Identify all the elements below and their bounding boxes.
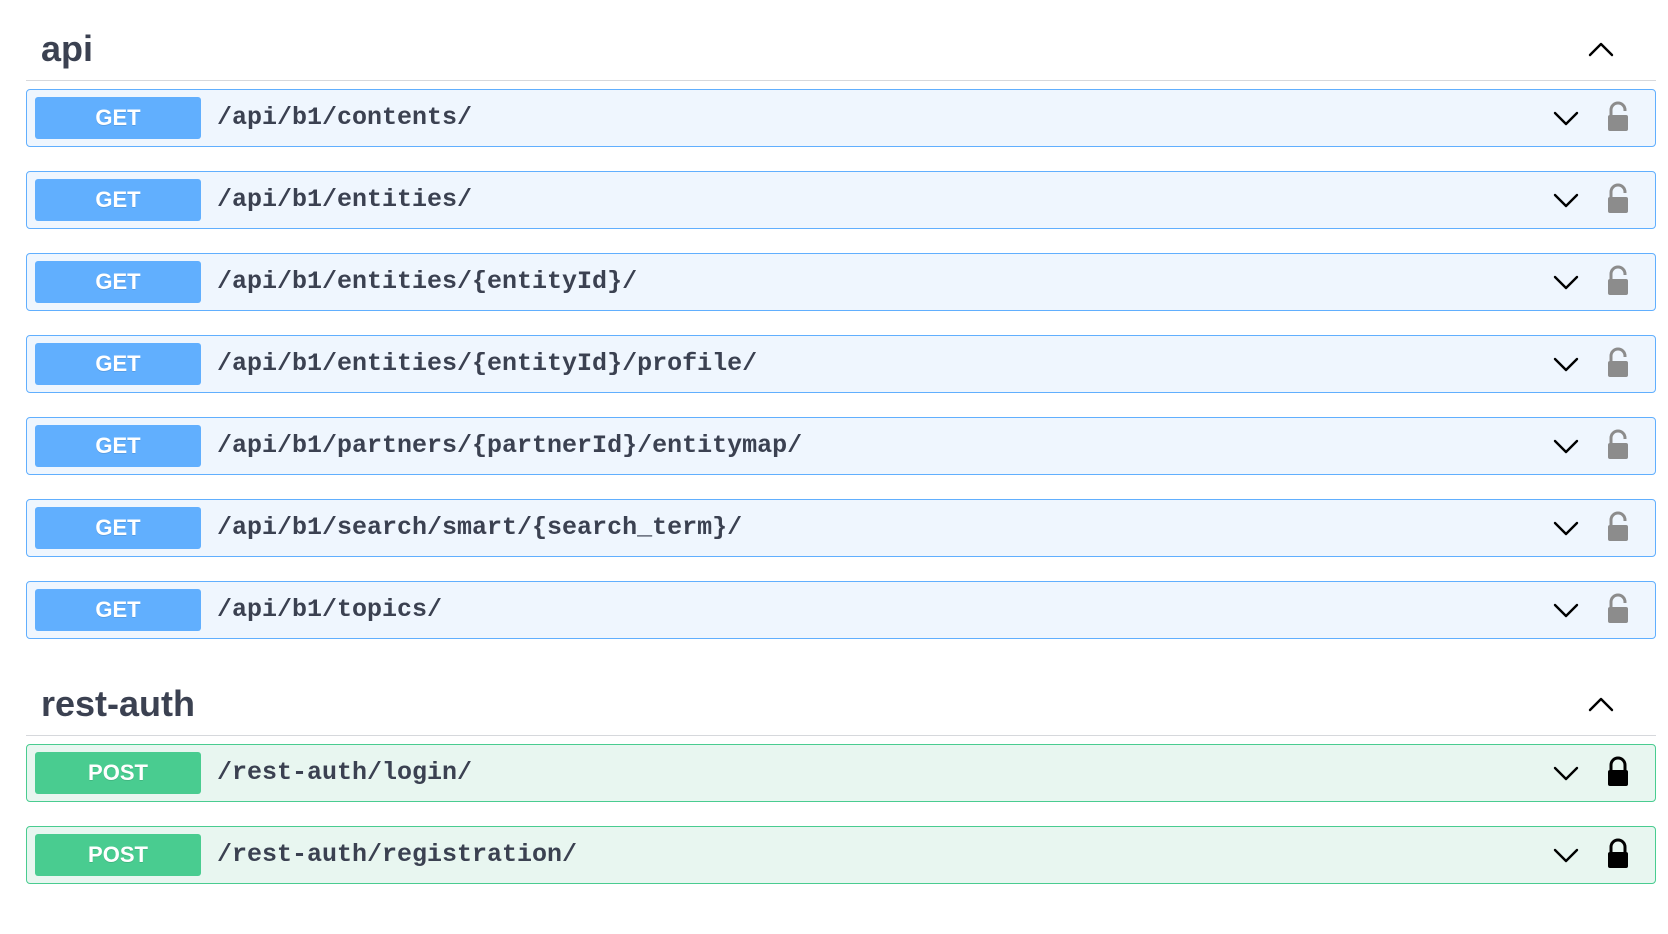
operation-get-search-smart[interactable]: GET /api/b1/search/smart/{search_term}/: [26, 499, 1656, 557]
section-title: rest-auth: [41, 683, 196, 724]
operation-get-topics[interactable]: GET /api/b1/topics/: [26, 581, 1656, 639]
method-badge: GET: [35, 261, 201, 303]
lock-open-icon[interactable]: [1605, 183, 1631, 215]
chevron-down-icon[interactable]: [1551, 267, 1581, 297]
section-header-rest-auth[interactable]: rest-auth: [26, 673, 1656, 736]
method-badge: GET: [35, 179, 201, 221]
method-badge: GET: [35, 97, 201, 139]
operation-path: /api/b1/entities/{entityId}/: [217, 267, 638, 296]
lock-open-icon[interactable]: [1605, 101, 1631, 133]
operation-post-login[interactable]: POST /rest-auth/login/: [26, 744, 1656, 802]
operation-path: /api/b1/entities/: [217, 185, 473, 214]
swagger-page: api GET /api/b1/contents/ GET /api/b1/en…: [0, 0, 1668, 934]
operation-path: /api/b1/partners/{partnerId}/entitymap/: [217, 431, 803, 460]
operation-get-contents[interactable]: GET /api/b1/contents/: [26, 89, 1656, 147]
chevron-down-icon[interactable]: [1551, 758, 1581, 788]
method-badge: GET: [35, 589, 201, 631]
operation-list: POST /rest-auth/login/ POST /rest-auth/r…: [26, 744, 1656, 884]
section-api: api GET /api/b1/contents/ GET /api/b1/en…: [26, 18, 1656, 663]
operation-get-entities[interactable]: GET /api/b1/entities/: [26, 171, 1656, 229]
operation-path: /api/b1/topics/: [217, 595, 443, 624]
section-header-api[interactable]: api: [26, 18, 1656, 81]
lock-closed-icon[interactable]: [1605, 756, 1631, 788]
section-title: api: [41, 28, 94, 69]
chevron-down-icon[interactable]: [1551, 595, 1581, 625]
method-badge: GET: [35, 425, 201, 467]
chevron-down-icon[interactable]: [1551, 840, 1581, 870]
lock-open-icon[interactable]: [1605, 593, 1631, 625]
chevron-down-icon[interactable]: [1551, 349, 1581, 379]
lock-open-icon[interactable]: [1605, 265, 1631, 297]
chevron-down-icon[interactable]: [1551, 185, 1581, 215]
method-badge: GET: [35, 507, 201, 549]
lock-open-icon[interactable]: [1605, 511, 1631, 543]
operation-path: /api/b1/search/smart/{search_term}/: [217, 513, 743, 542]
operation-list: GET /api/b1/contents/ GET /api/b1/entiti…: [26, 89, 1656, 639]
operation-get-entity-profile[interactable]: GET /api/b1/entities/{entityId}/profile/: [26, 335, 1656, 393]
lock-open-icon[interactable]: [1605, 347, 1631, 379]
chevron-down-icon[interactable]: [1551, 103, 1581, 133]
lock-closed-icon[interactable]: [1605, 838, 1631, 870]
operation-get-partner-entitymap[interactable]: GET /api/b1/partners/{partnerId}/entitym…: [26, 417, 1656, 475]
operation-path: /rest-auth/login/: [217, 758, 473, 787]
lock-open-icon[interactable]: [1605, 429, 1631, 461]
operation-path: /api/b1/contents/: [217, 103, 473, 132]
chevron-up-icon[interactable]: [1586, 690, 1616, 720]
method-badge: POST: [35, 834, 201, 876]
operation-post-registration[interactable]: POST /rest-auth/registration/: [26, 826, 1656, 884]
operation-get-entity[interactable]: GET /api/b1/entities/{entityId}/: [26, 253, 1656, 311]
chevron-down-icon[interactable]: [1551, 431, 1581, 461]
operation-path: /api/b1/entities/{entityId}/profile/: [217, 349, 758, 378]
operation-path: /rest-auth/registration/: [217, 840, 578, 869]
method-badge: POST: [35, 752, 201, 794]
chevron-up-icon[interactable]: [1586, 35, 1616, 65]
chevron-down-icon[interactable]: [1551, 513, 1581, 543]
section-rest-auth: rest-auth POST /rest-auth/login/ POST /r…: [26, 673, 1656, 908]
method-badge: GET: [35, 343, 201, 385]
